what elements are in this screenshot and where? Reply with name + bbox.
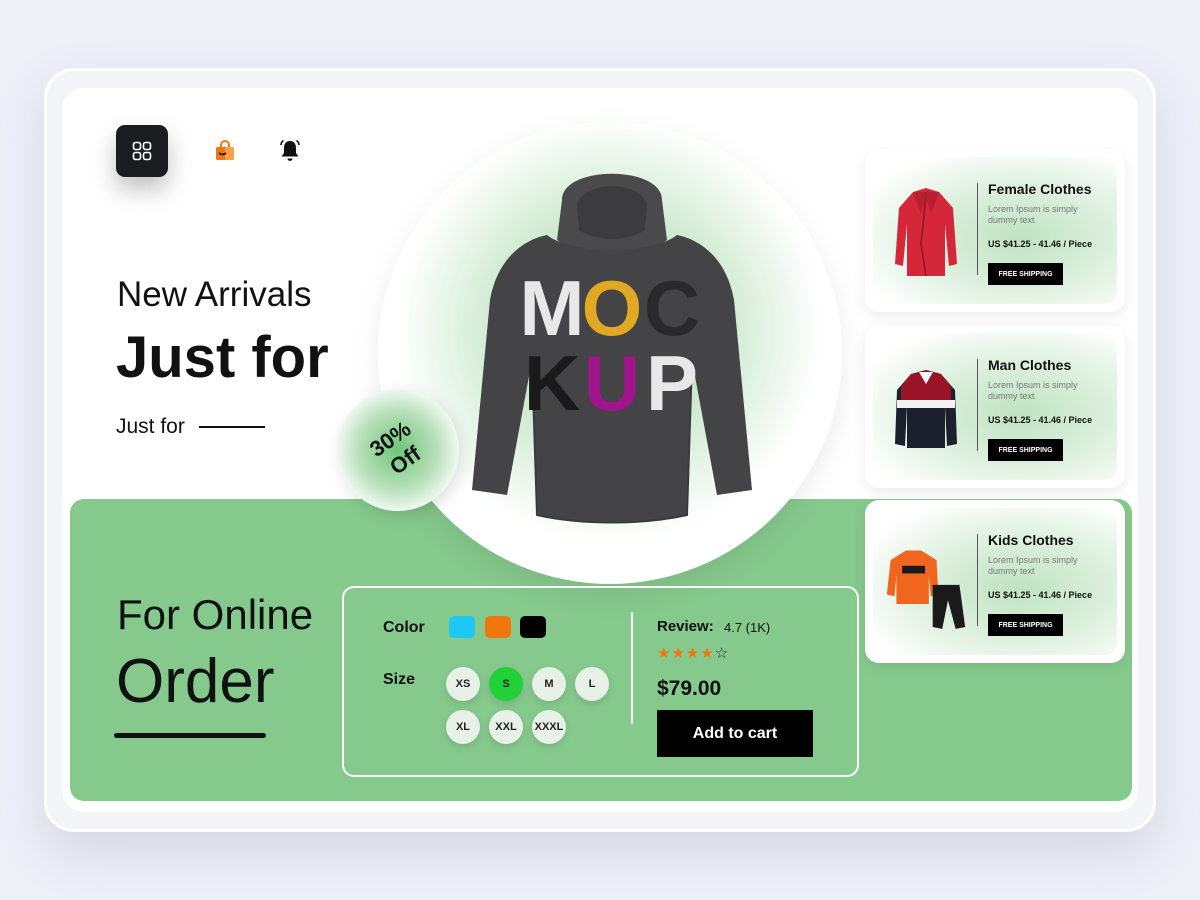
product-card-female[interactable]: Female Clothes Lorem Ipsum is simply dum…	[865, 149, 1125, 312]
notifications-button[interactable]	[277, 138, 303, 164]
order-title: Order	[116, 647, 275, 716]
product-card-kids[interactable]: Kids Clothes Lorem Ipsum is simply dummy…	[865, 500, 1125, 663]
subline-rule	[198, 426, 265, 428]
size-chip-xxxl[interactable]: XXXL	[532, 710, 566, 744]
app-card: New Arrivals Just for Just for M O C K U…	[62, 88, 1138, 812]
color-label: Color	[383, 619, 425, 636]
order-underline	[114, 733, 266, 738]
star-icon: ★	[671, 645, 685, 662]
review-value: 4.7 (1K)	[724, 620, 771, 635]
polo-shirt-icon	[883, 353, 969, 463]
product-card-man[interactable]: Man Clothes Lorem Ipsum is simply dummy …	[865, 325, 1125, 488]
grid-icon	[132, 141, 152, 161]
size-chip-s[interactable]: S	[489, 667, 523, 701]
subline-text: Just for	[116, 415, 185, 438]
size-chip-m[interactable]: M	[532, 667, 566, 701]
star-icon: ★	[685, 645, 700, 662]
product-price-range: US $41.25 - 41.46 / Piece	[988, 239, 1093, 249]
hero-headline: Just for	[116, 325, 329, 390]
size-chip-xs[interactable]: XS	[446, 667, 480, 701]
color-swatch-black[interactable]	[520, 616, 546, 638]
product-title: Man Clothes	[988, 357, 1072, 373]
free-shipping-button[interactable]: FREE SHIPPING	[988, 614, 1063, 636]
card-divider	[977, 183, 978, 275]
product-price-range: US $41.25 - 41.46 / Piece	[988, 415, 1093, 425]
review-label: Review:	[657, 618, 714, 635]
add-to-cart-button[interactable]: Add to cart	[657, 710, 813, 757]
bell-icon	[280, 139, 300, 161]
rating-stars: ★ ★ ★ ★ ☆	[657, 644, 728, 662]
card-divider	[977, 359, 978, 451]
product-options-panel: Color Size XS S M L XL XXL XXXL Review: …	[342, 586, 859, 777]
product-price-range: US $41.25 - 41.46 / Piece	[988, 590, 1093, 600]
size-chip-l[interactable]: L	[575, 667, 609, 701]
card-divider	[977, 534, 978, 626]
free-shipping-button[interactable]: FREE SHIPPING	[988, 263, 1063, 285]
size-label: Size	[383, 671, 416, 688]
product-title: Female Clothes	[988, 181, 1092, 197]
size-chip-xxl[interactable]: XXL	[489, 710, 523, 744]
color-swatch-cyan[interactable]	[449, 616, 475, 638]
print-letter-k: K	[524, 339, 580, 427]
star-icon: ★	[700, 645, 714, 662]
eyebrow-title: New Arrivals	[117, 275, 312, 314]
cart-button[interactable]	[212, 138, 238, 164]
star-outline-icon: ☆	[714, 645, 729, 662]
hoodie-image: M O C K U P	[462, 160, 762, 530]
red-jacket-icon	[883, 177, 969, 287]
product-desc: Lorem Ipsum is simply dummy text	[988, 380, 1078, 401]
product-price: $79.00	[657, 677, 722, 700]
product-desc: Lorem Ipsum is simply dummy text	[988, 204, 1078, 225]
size-chip-xl[interactable]: XL	[446, 710, 480, 744]
menu-button[interactable]	[116, 125, 168, 177]
order-heading: For Online	[117, 591, 314, 638]
kids-tracksuit-icon	[883, 528, 969, 638]
product-desc: Lorem Ipsum is simply dummy text	[988, 555, 1078, 576]
hero-subline: Just for	[116, 415, 265, 439]
print-letter-u: U	[584, 339, 640, 427]
shopping-bag-icon	[216, 140, 234, 160]
print-letter-p: P	[646, 339, 698, 427]
product-title: Kids Clothes	[988, 532, 1074, 548]
star-icon: ★	[657, 645, 671, 662]
options-divider	[631, 612, 633, 724]
free-shipping-button[interactable]: FREE SHIPPING	[988, 439, 1063, 461]
color-swatch-orange[interactable]	[485, 616, 511, 638]
